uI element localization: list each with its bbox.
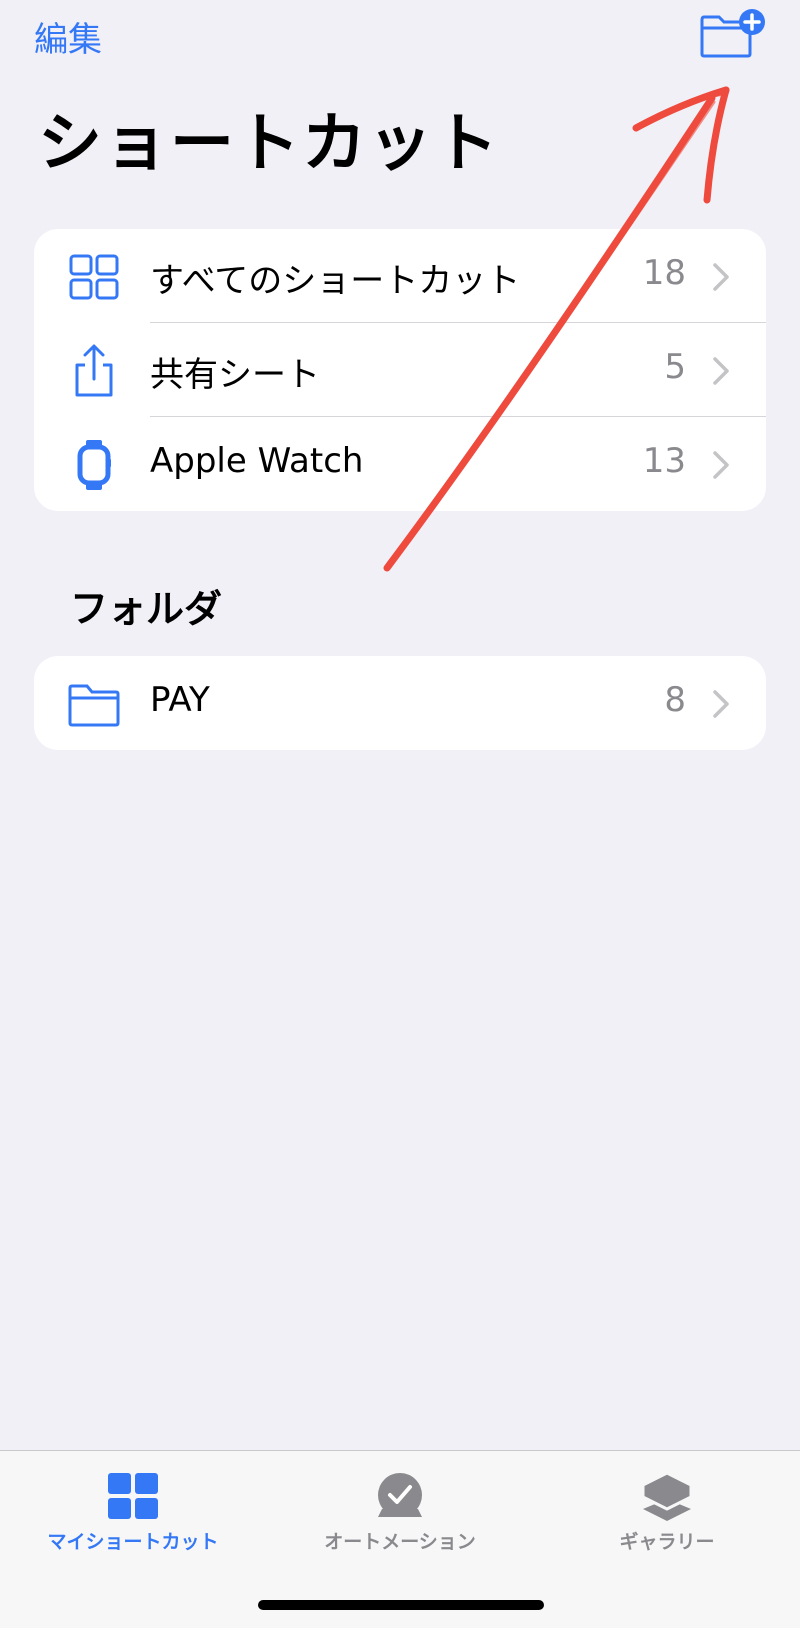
chevron-right-icon <box>710 688 732 720</box>
checkmark-clock-icon <box>370 1471 430 1523</box>
chevron-right-icon <box>710 261 732 293</box>
list-item-share-sheet[interactable]: 共有シート 5 <box>34 323 766 417</box>
tab-bar: マイショートカット オートメーション ギャラリー <box>0 1450 800 1628</box>
list-item-count: 13 <box>642 441 686 481</box>
list-item-all-shortcuts[interactable]: すべてのショートカット 18 <box>34 229 766 323</box>
grid-icon <box>103 1471 163 1523</box>
grid-icon <box>66 249 122 305</box>
chevron-right-icon <box>710 355 732 387</box>
navigation-bar: 編集 <box>0 0 800 70</box>
new-folder-button[interactable] <box>698 8 768 58</box>
list-item-label: 共有シート <box>150 355 320 395</box>
home-indicator <box>258 1600 544 1610</box>
chevron-right-icon <box>710 449 732 481</box>
list-item-folder[interactable]: PAY 8 <box>34 656 766 750</box>
folder-icon <box>66 676 122 732</box>
list-item-label: PAY <box>150 680 210 720</box>
list-item-label: Apple Watch <box>150 441 364 481</box>
stack-icon <box>637 1471 697 1523</box>
share-icon <box>66 343 122 399</box>
tab-my-shortcuts[interactable]: マイショートカット <box>0 1451 266 1581</box>
list-item-count: 5 <box>664 347 686 387</box>
list-item-label: すべてのショートカット <box>150 261 521 301</box>
folder-list: PAY 8 <box>34 656 766 750</box>
list-item-count: 18 <box>642 253 686 293</box>
list-item-apple-watch[interactable]: Apple Watch 13 <box>34 417 766 511</box>
tab-label: マイショートカット <box>47 1531 219 1553</box>
page-title: ショートカット <box>38 107 500 181</box>
folders-heading: フォルダ <box>70 587 223 631</box>
list-item-count: 8 <box>664 680 686 720</box>
watch-icon <box>66 437 122 493</box>
edit-button[interactable]: 編集 <box>34 12 102 61</box>
library-list: すべてのショートカット 18 共有シート 5 Apple Watch 13 <box>34 229 766 511</box>
tab-automation[interactable]: オートメーション <box>267 1451 533 1581</box>
folder-plus-icon <box>700 9 765 58</box>
tab-gallery[interactable]: ギャラリー <box>534 1451 800 1581</box>
tab-label: ギャラリー <box>619 1531 715 1553</box>
tab-label: オートメーション <box>324 1531 476 1553</box>
